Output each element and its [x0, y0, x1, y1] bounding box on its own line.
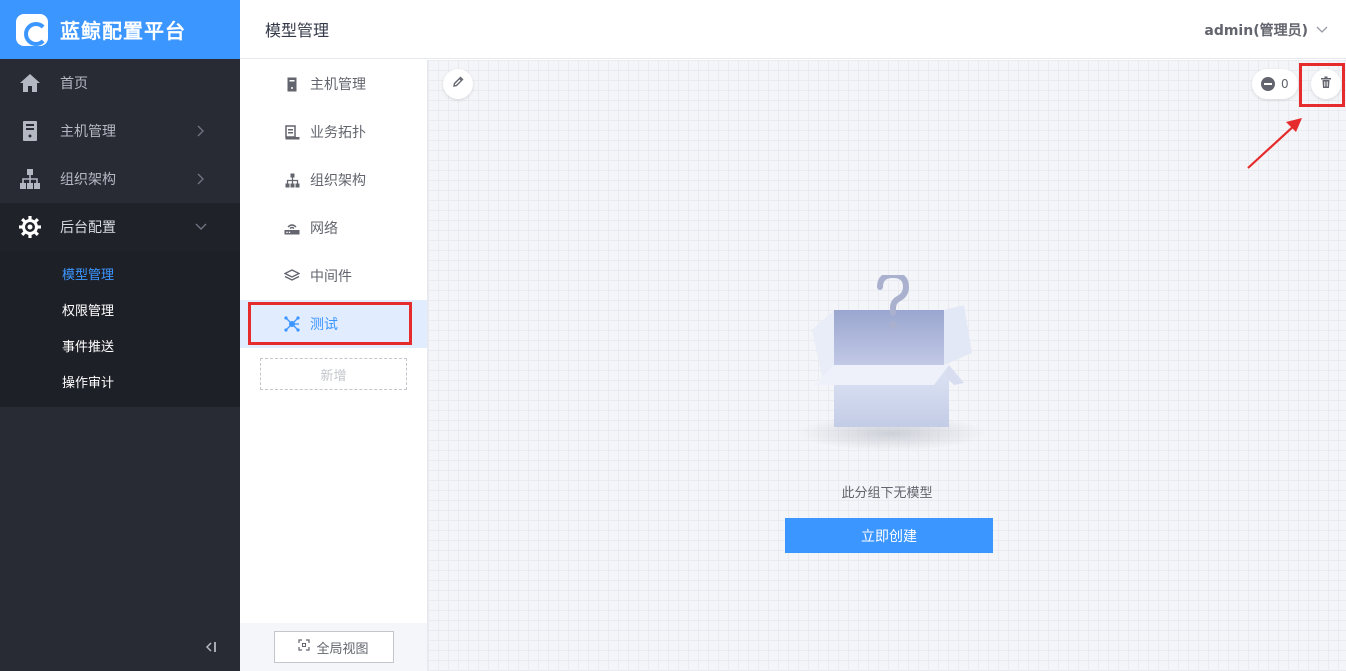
minus-circle-icon — [1261, 77, 1275, 91]
empty-state-message: 此分组下无模型 — [841, 486, 933, 501]
group-panel-footer: 全局视图 — [240, 623, 427, 671]
nav-submenu: 模型管理 权限管理 事件推送 操作审计 — [0, 251, 240, 407]
brand-title: 蓝鲸配置平台 — [60, 19, 186, 43]
group-item-label: 中间件 — [310, 269, 352, 285]
delete-group-button[interactable] — [1311, 69, 1341, 99]
host-icon — [284, 76, 300, 92]
nav-item-org[interactable]: 组织架构 — [0, 155, 240, 203]
left-nav: 蓝鲸配置平台 首页 主机管理 组织架构 后台配置 模型管理 权限管理 事件推送 … — [0, 0, 240, 671]
group-item-label: 主机管理 — [310, 77, 366, 93]
group-item-test[interactable]: 测试 — [240, 300, 427, 348]
group-item-network[interactable]: 网络 — [240, 204, 427, 252]
collapse-nav-icon[interactable] — [204, 640, 218, 654]
nav-item-admin-config[interactable]: 后台配置 — [0, 203, 240, 251]
create-model-button[interactable]: 立即创建 — [785, 518, 993, 553]
nav-sub-item-event-push[interactable]: 事件推送 — [0, 327, 240, 363]
gear-icon — [18, 215, 42, 239]
server-icon — [18, 119, 42, 143]
top-header: 模型管理 admin(管理员) — [240, 0, 1346, 59]
brand[interactable]: 蓝鲸配置平台 — [0, 0, 240, 59]
hidden-model-count[interactable]: 0 — [1252, 69, 1298, 99]
group-item-middleware[interactable]: 中间件 — [240, 252, 427, 300]
router-icon — [284, 220, 300, 236]
model-canvas: 0 此分组下无模型 立即创建 — [428, 60, 1346, 671]
brand-logo-icon — [16, 13, 48, 46]
nav-item-label: 主机管理 — [60, 124, 116, 140]
trash-icon — [1320, 76, 1332, 93]
group-item-business-topology[interactable]: 业务拓扑 — [240, 108, 427, 156]
chevron-right-icon — [194, 172, 208, 186]
org-chart-icon — [18, 167, 42, 191]
home-icon — [18, 71, 42, 95]
model-group-panel: 主机管理 业务拓扑 组织架构 网络 中间件 测试 新增 全局视图 — [240, 60, 428, 671]
chevron-right-icon — [194, 124, 208, 138]
network-node-icon — [284, 316, 300, 332]
chevron-down-icon — [194, 220, 208, 234]
global-view-button[interactable]: 全局视图 — [273, 631, 394, 663]
nav-sub-item-model-management[interactable]: 模型管理 — [0, 255, 240, 291]
group-item-label: 业务拓扑 — [310, 125, 366, 141]
empty-box-illustration — [797, 275, 984, 451]
user-name: admin(管理员) — [1204, 23, 1308, 39]
add-group-button[interactable]: 新增 — [260, 358, 407, 390]
org-chart-icon — [284, 172, 300, 188]
global-view-label: 全局视图 — [316, 641, 369, 657]
nav-sub-item-permission-management[interactable]: 权限管理 — [0, 291, 240, 327]
pointer-arrow-icon — [1247, 118, 1302, 169]
hidden-count-value: 0 — [1281, 77, 1289, 91]
group-item-hosts[interactable]: 主机管理 — [240, 60, 427, 108]
nav-item-home[interactable]: 首页 — [0, 59, 240, 107]
nav-item-label: 首页 — [60, 76, 88, 92]
nav-item-hosts[interactable]: 主机管理 — [0, 107, 240, 155]
group-item-label: 网络 — [310, 221, 338, 237]
nav-item-label: 组织架构 — [60, 172, 116, 188]
layers-icon — [284, 268, 300, 284]
edit-group-button[interactable] — [443, 69, 473, 99]
nav-sub-item-operation-audit[interactable]: 操作审计 — [0, 363, 240, 399]
group-item-label: 测试 — [310, 317, 338, 333]
fullscreen-icon — [298, 639, 311, 655]
topology-icon — [284, 124, 300, 140]
group-item-label: 组织架构 — [310, 173, 366, 189]
nav-item-label: 后台配置 — [60, 220, 116, 236]
group-item-org[interactable]: 组织架构 — [240, 156, 427, 204]
page-title: 模型管理 — [265, 21, 330, 40]
pencil-icon — [452, 76, 464, 92]
chevron-down-icon — [1316, 22, 1328, 38]
user-menu[interactable]: admin(管理员) — [1204, 20, 1328, 40]
